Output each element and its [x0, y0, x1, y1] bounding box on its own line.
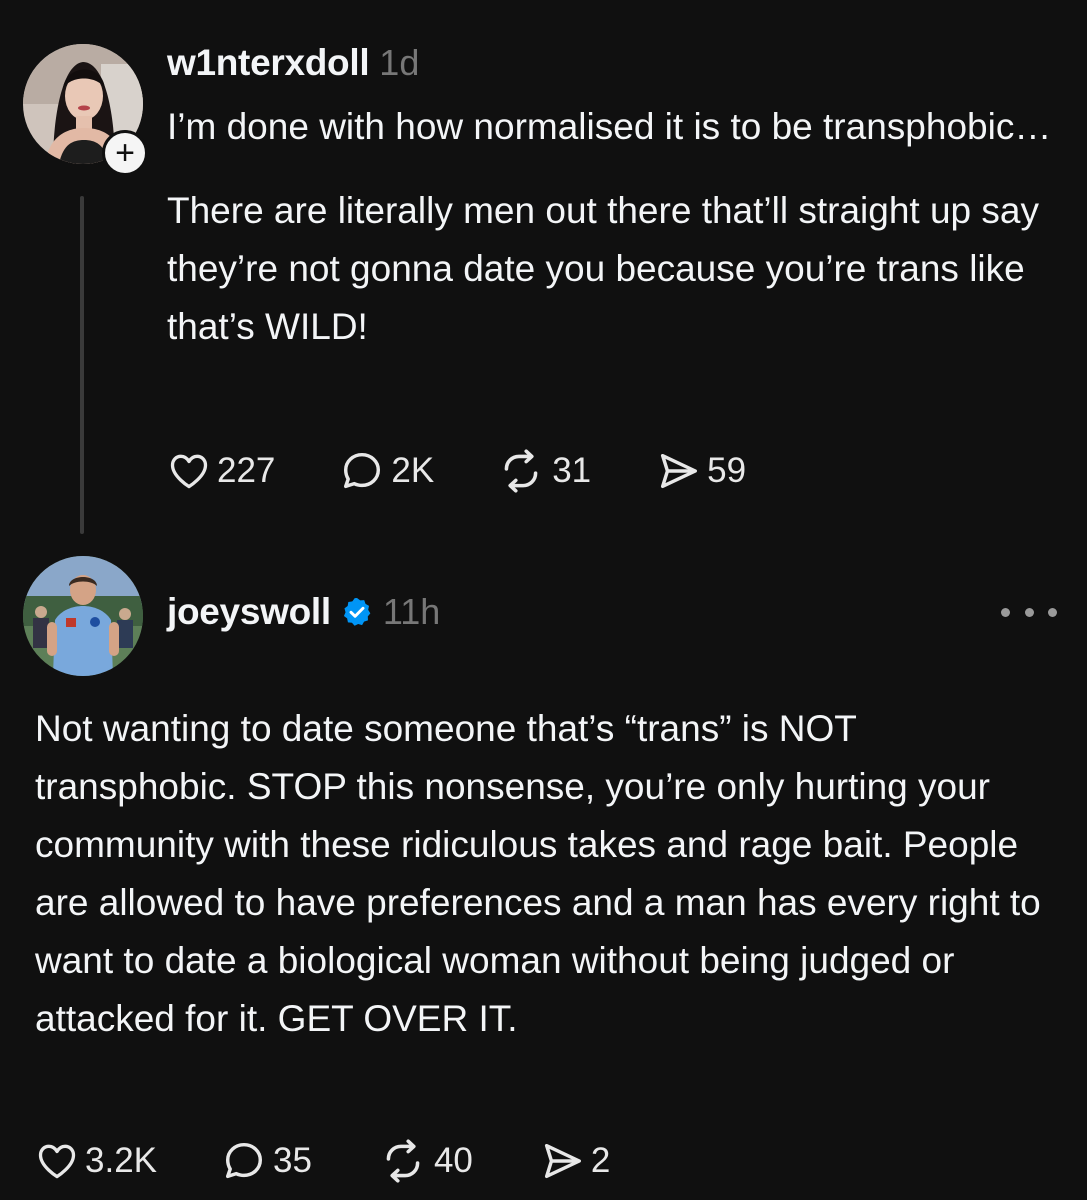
more-dots-icon — [1001, 607, 1010, 617]
repost-count: 40 — [433, 1141, 473, 1180]
reply-button[interactable]: 2K — [339, 448, 434, 494]
reply-count: 2K — [391, 451, 435, 490]
verified-badge-icon — [343, 598, 371, 626]
like-button[interactable]: 3.2K — [35, 1139, 157, 1183]
share-count: 59 — [707, 451, 747, 490]
username[interactable]: joeyswoll — [167, 591, 331, 633]
post-paragraph: There are literally men out there that’l… — [167, 190, 1039, 347]
send-icon — [661, 453, 698, 489]
like-count: 227 — [217, 451, 276, 490]
repost-icon — [504, 449, 538, 493]
like-count: 3.2K — [85, 1141, 157, 1180]
repost-count: 31 — [552, 451, 592, 490]
post-paragraph: Not wanting to date someone that’s “tran… — [35, 708, 1041, 1039]
post-text: Not wanting to date someone that’s “tran… — [35, 700, 1065, 1048]
timestamp: 1d — [379, 42, 420, 83]
thread-connector-line — [80, 196, 84, 534]
share-button[interactable]: 2 — [539, 1138, 610, 1184]
follow-button[interactable]: + — [102, 130, 148, 176]
comment-icon — [225, 1142, 263, 1179]
heart-icon — [170, 454, 208, 489]
plus-icon: + — [115, 134, 135, 172]
post-text: I’m done with how normalised it is to be… — [167, 98, 1067, 356]
share-button[interactable]: 59 — [655, 448, 746, 494]
post-actions: 3.2K 35 40 2 — [35, 1136, 610, 1186]
comment-icon — [344, 452, 381, 489]
username[interactable]: w1nterxdoll — [167, 42, 370, 84]
reply-count: 35 — [273, 1141, 312, 1180]
post-header: w1nterxdoll 1d — [167, 40, 419, 86]
more-options-button[interactable] — [1001, 596, 1057, 628]
heart-icon — [38, 1144, 76, 1179]
post-actions: 227 2K 31 59 — [167, 446, 746, 496]
reply-button[interactable]: 35 — [221, 1138, 312, 1184]
timestamp: 11h — [382, 591, 441, 632]
avatar-joeyswoll[interactable] — [23, 556, 143, 676]
more-dots-icon — [1048, 607, 1057, 617]
post-header: joeyswoll 11h — [167, 589, 440, 635]
repost-icon — [386, 1139, 420, 1183]
send-icon — [544, 1143, 581, 1179]
more-dots-icon — [1024, 607, 1034, 617]
repost-button[interactable]: 40 — [378, 1136, 473, 1186]
like-button[interactable]: 227 — [167, 449, 275, 493]
repost-button[interactable]: 31 — [496, 446, 591, 496]
post-paragraph: I’m done with how normalised it is to be… — [167, 106, 1052, 147]
share-count: 2 — [590, 1141, 611, 1180]
